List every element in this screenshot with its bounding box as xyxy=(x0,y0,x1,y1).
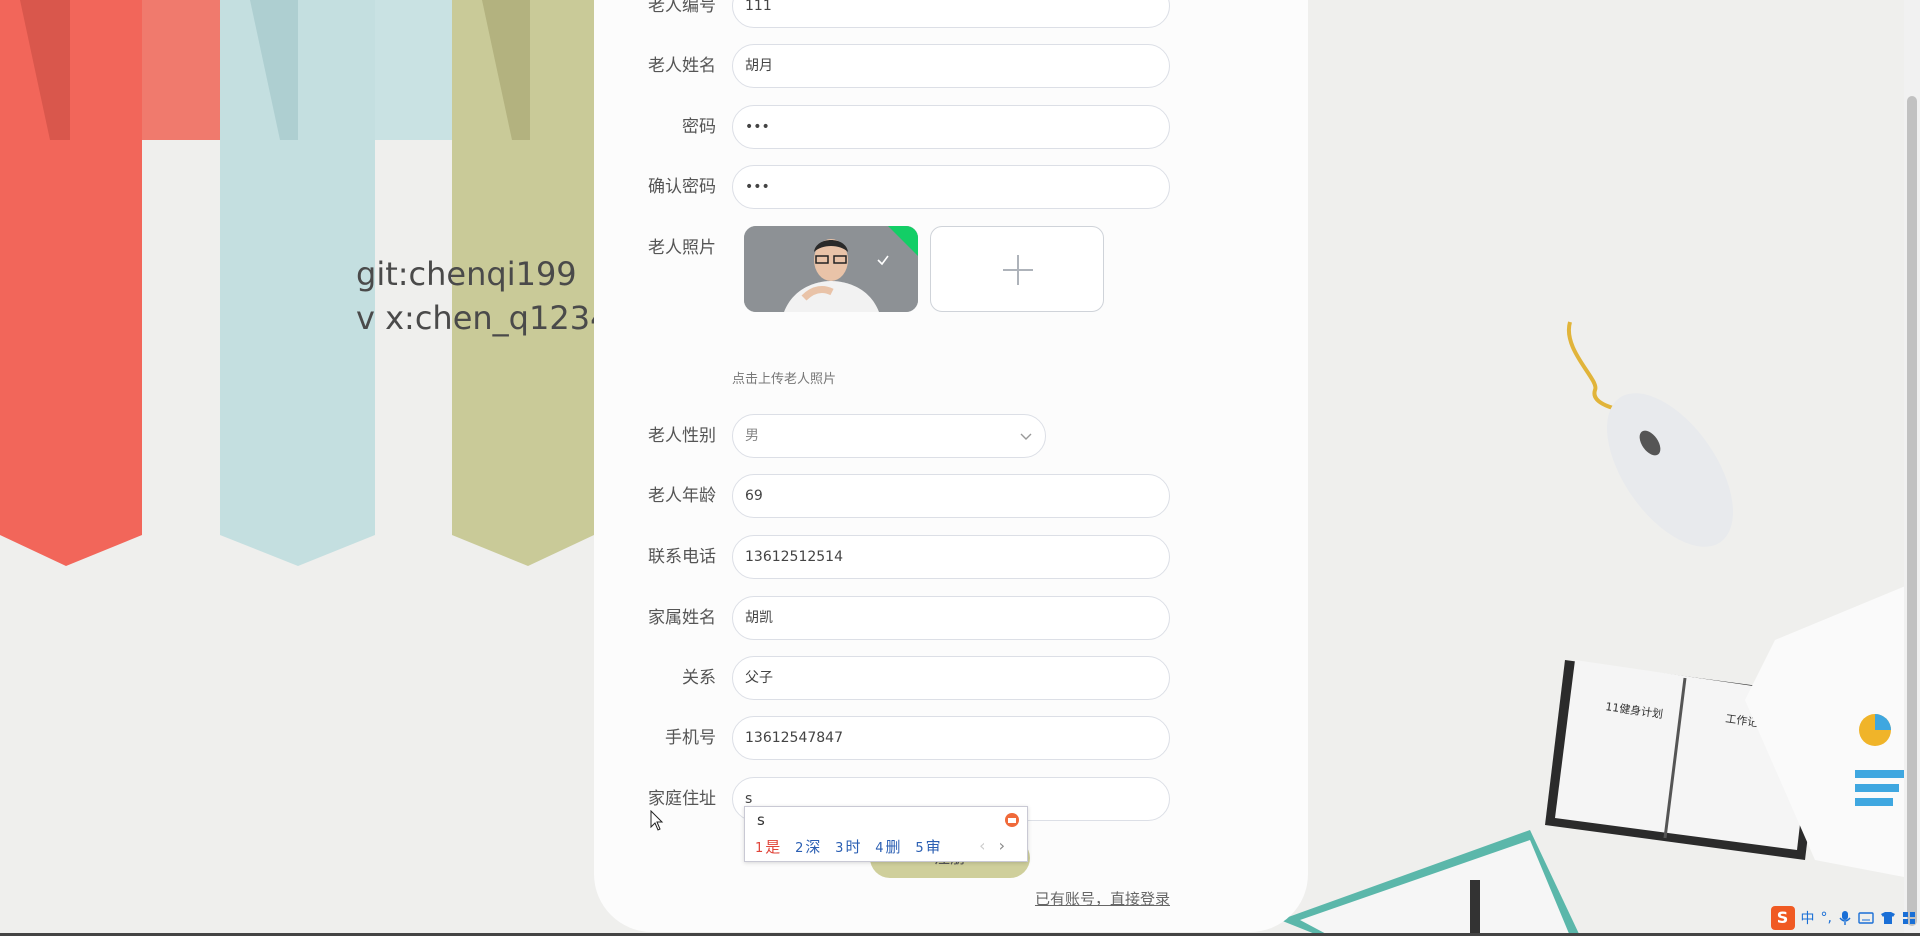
phone-row: 联系电话 13612512514 xyxy=(594,535,1308,579)
gender-row: 老人性别 男 xyxy=(594,414,1308,458)
toolbox-grid-icon[interactable] xyxy=(1902,911,1916,925)
phone-input[interactable]: 13612512514 xyxy=(732,535,1170,579)
chevron-down-icon xyxy=(1020,433,1032,440)
age-row: 老人年龄 69 xyxy=(594,474,1308,518)
check-icon xyxy=(877,255,889,266)
ime-skin-icon[interactable] xyxy=(1003,812,1021,828)
phone-label: 联系电话 xyxy=(648,547,716,567)
confirm-password-row: 确认密码 ••• xyxy=(594,165,1308,209)
ime-page-arrows: ‹ › xyxy=(979,836,1005,855)
ime-next-page-icon[interactable]: › xyxy=(999,836,1005,855)
computer-mouse-illustration xyxy=(1566,321,1733,547)
gender-selected-value: 男 xyxy=(745,428,759,444)
ime-candidate-popup: s 1是 2深 3时 4删 5审 ‹ › xyxy=(744,806,1028,862)
punctuation-toggle[interactable]: °, xyxy=(1821,910,1832,926)
relation-row: 关系 父子 xyxy=(594,656,1308,700)
mobile-label: 手机号 xyxy=(665,728,716,748)
elder-name-label: 老人姓名 xyxy=(648,56,716,76)
ime-candidate[interactable]: 2深 xyxy=(795,838,820,856)
paper-chart-illustration xyxy=(1745,580,1920,880)
language-toggle[interactable]: 中 xyxy=(1801,908,1815,928)
family-name-input[interactable]: 胡凯 xyxy=(732,596,1170,640)
register-form-card: 老人编号 111 老人姓名 胡月 密码 ••• 确认密码 ••• 老人照片 点击… xyxy=(594,0,1308,932)
family-name-row: 家属姓名 胡凯 xyxy=(594,596,1308,640)
upload-success-check-icon xyxy=(888,226,918,256)
mobile-row: 手机号 13612547847 xyxy=(594,716,1308,760)
gender-select[interactable]: 男 xyxy=(732,414,1046,458)
page-scrollbar[interactable] xyxy=(1904,0,1920,936)
mobile-input[interactable]: 13612547847 xyxy=(732,716,1170,760)
photo-row: 老人照片 xyxy=(594,226,1308,316)
relation-input[interactable]: 父子 xyxy=(732,656,1170,700)
relation-label: 关系 xyxy=(682,668,716,688)
elder-id-input[interactable]: 111 xyxy=(732,0,1170,28)
confirm-password-label: 确认密码 xyxy=(648,177,716,197)
password-label: 密码 xyxy=(682,117,716,137)
ime-candidate[interactable]: 1是 xyxy=(755,838,780,856)
ime-candidate[interactable]: 3时 xyxy=(835,838,860,856)
elder-name-row: 老人姓名 胡月 xyxy=(594,44,1308,88)
age-label: 老人年龄 xyxy=(648,486,716,506)
ime-candidate-list: 1是 2深 3时 4删 5审 xyxy=(755,836,951,857)
ime-composition-text: s xyxy=(757,811,765,829)
ime-toolbar: S 中 °, xyxy=(1770,906,1916,930)
ime-candidate[interactable]: 4删 xyxy=(875,838,900,856)
keyboard-icon[interactable] xyxy=(1858,911,1874,925)
plus-icon xyxy=(1003,255,1033,285)
photo-upload-hint: 点击上传老人照片 xyxy=(732,372,837,387)
elder-name-input[interactable]: 胡月 xyxy=(732,44,1170,88)
gender-label: 老人性别 xyxy=(648,426,716,446)
confirm-password-input[interactable]: ••• xyxy=(732,165,1170,209)
scrollbar-thumb[interactable] xyxy=(1907,96,1917,926)
mouse-cursor-icon xyxy=(650,810,664,831)
ime-prev-page-icon[interactable]: ‹ xyxy=(979,836,985,855)
red-ribbon-decoration xyxy=(0,0,220,566)
family-name-label: 家属姓名 xyxy=(648,608,716,628)
open-book-illustration xyxy=(1280,830,1580,936)
add-photo-button[interactable] xyxy=(930,226,1104,312)
sogou-logo-icon[interactable]: S xyxy=(1770,906,1795,930)
uploaded-photo-thumbnail[interactable] xyxy=(744,226,918,312)
microphone-icon[interactable] xyxy=(1838,910,1852,926)
ime-candidate[interactable]: 5审 xyxy=(915,838,940,856)
password-row: 密码 ••• xyxy=(594,105,1308,149)
age-input[interactable]: 69 xyxy=(732,474,1170,518)
elder-id-label: 老人编号 xyxy=(648,0,716,16)
login-link[interactable]: 已有账号，直接登录 xyxy=(1035,888,1170,909)
skin-shirt-icon[interactable] xyxy=(1880,911,1896,925)
elder-id-row: 老人编号 111 xyxy=(594,0,1308,28)
password-input[interactable]: ••• xyxy=(732,105,1170,149)
photo-label: 老人照片 xyxy=(648,238,716,258)
